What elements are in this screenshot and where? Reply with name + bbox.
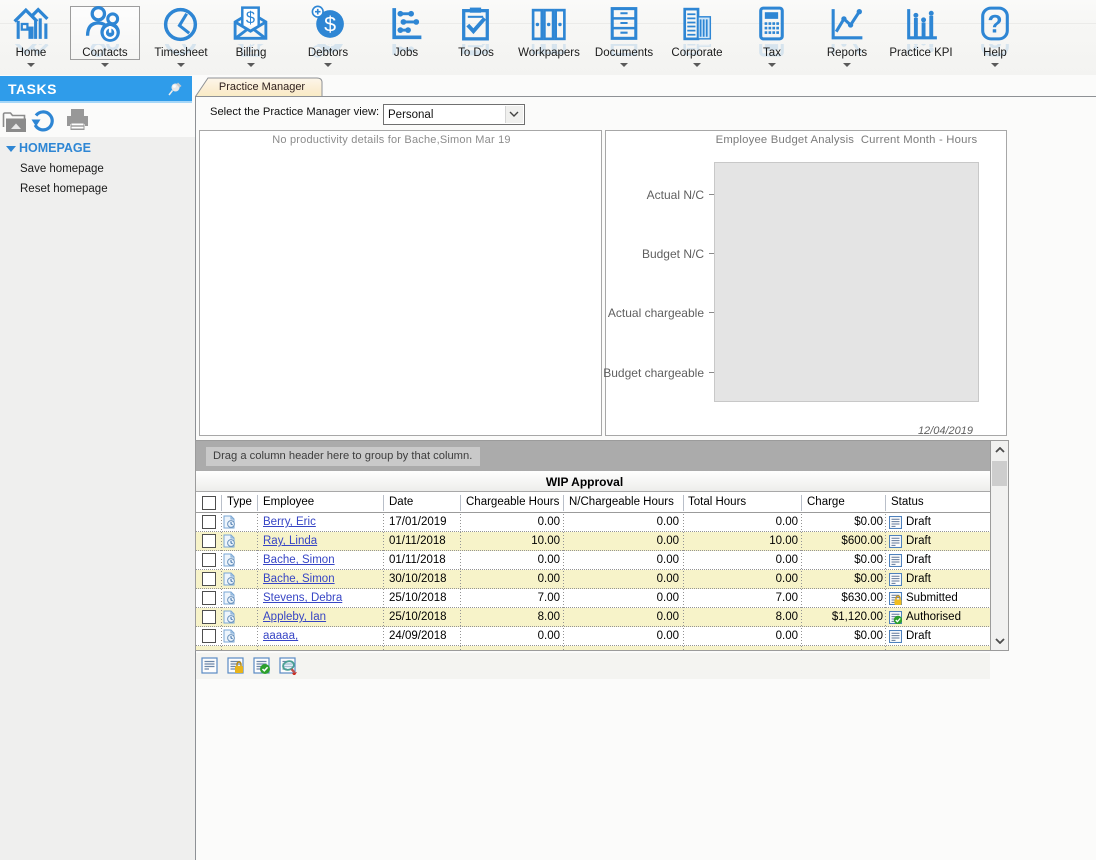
svg-text:$: $ (246, 9, 255, 27)
svg-text:$: $ (324, 13, 336, 37)
svg-text:?: ? (987, 12, 1002, 39)
